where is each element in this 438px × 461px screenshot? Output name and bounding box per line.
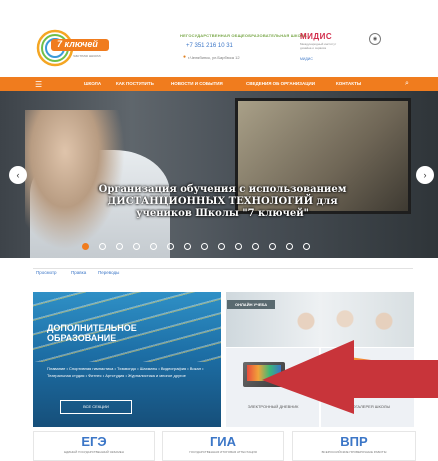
slider-dot[interactable]	[82, 243, 89, 250]
slider-dot[interactable]	[269, 243, 276, 250]
search-icon[interactable]: ⌕	[405, 80, 409, 88]
logo-subtitle: частная школа	[73, 53, 101, 58]
tabs-divider	[33, 268, 413, 269]
map-pin-icon: ●	[183, 54, 187, 60]
exam-card-gia[interactable]: ГИА ГОСУДАРСТВЕННАЯ ИТОГОВАЯ АТТЕСТАЦИЯ	[162, 431, 284, 461]
exam-title: ЕГЭ	[81, 434, 107, 449]
exam-subtitle: ЕДИНЫЙ ГОСУДАРСТВЕННЫЙ ЭКЗАМЕН	[64, 450, 124, 454]
exam-card-ege[interactable]: ЕГЭ ЕДИНЫЙ ГОСУДАРСТВЕННЫЙ ЭКЗАМЕН	[33, 431, 155, 461]
slider-prev-button[interactable]: ‹	[9, 166, 27, 184]
hamburger-menu-icon[interactable]: ☰	[35, 80, 42, 89]
nav-item-organization[interactable]: СВЕДЕНИЯ ОБ ОРГАНИЗАЦИИ	[246, 81, 315, 86]
exam-title: ВПР	[340, 434, 368, 449]
slider-dot[interactable]	[218, 243, 225, 250]
slide-caption: Организация обучения с использованием ДИ…	[98, 184, 347, 219]
exam-title: ГИА	[209, 434, 237, 449]
slide-student-face	[25, 110, 125, 250]
partner-description: Международный институт дизайна и сервиса	[300, 42, 337, 50]
partner-logo[interactable]: МИДИС	[300, 32, 332, 41]
exam-subtitle: ГОСУДАРСТВЕННАЯ ИТОГОВАЯ АТТЕСТАЦИЯ	[189, 450, 257, 454]
extra-education-description: Плавание • Спортивная гимнастика • Тхэкв…	[47, 366, 204, 378]
slider-dot[interactable]	[116, 243, 123, 250]
exam-card-vpr[interactable]: ВПР ВСЕРОССИЙСКИЕ ПРОВЕРОЧНЫЕ РАБОТЫ	[292, 431, 416, 461]
slider-dot[interactable]	[235, 243, 242, 250]
slider-dot[interactable]	[201, 243, 208, 250]
slider-dot[interactable]	[303, 243, 310, 250]
extra-education-title: ДОПОЛНИТЕЛЬНОЕ ОБРАЗОВАНИЕ	[47, 323, 137, 343]
slider-dot[interactable]	[150, 243, 157, 250]
nav-item-admission[interactable]: КАК ПОСТУПИТЬ	[116, 81, 154, 86]
slider-dot[interactable]	[133, 243, 140, 250]
red-arrow-pointer-icon	[262, 340, 438, 414]
partner-link[interactable]: МИДИС	[300, 57, 313, 61]
nav-item-contacts[interactable]: КОНТАКТЫ	[336, 81, 361, 86]
exam-subtitle: ВСЕРОССИЙСКИЕ ПРОВЕРОЧНЫЕ РАБОТЫ	[321, 450, 387, 454]
slider-dot[interactable]	[99, 243, 106, 250]
header-address: г.Челябинск, ул.Барбюса 12	[188, 55, 240, 60]
all-sections-button[interactable]: ВСЕ СЕКЦИИ	[60, 400, 132, 414]
slider-dot[interactable]	[286, 243, 293, 250]
tab-view[interactable]: Просмотр	[36, 270, 57, 275]
logo-text: 7 ключей	[57, 39, 98, 49]
tab-edit[interactable]: Правка	[71, 270, 86, 275]
tab-translations[interactable]: Переводы	[98, 270, 119, 275]
header-tagline: НЕГОСУДАРСТВЕННАЯ ОБЩЕОБРАЗОВАТЕЛЬНАЯ ШК…	[180, 33, 307, 38]
nav-item-school[interactable]: ШКОЛА	[84, 81, 101, 86]
slider-dot[interactable]	[184, 243, 191, 250]
school-logo[interactable]: 7 ключей частная школа	[33, 26, 113, 70]
slider-dot[interactable]	[252, 243, 259, 250]
online-study-label: ОНЛАЙН УЧЕБА	[227, 300, 276, 309]
header-phone[interactable]: +7 351 216 10 31	[186, 43, 233, 49]
nav-item-news[interactable]: НОВОСТИ И СОБЫТИЯ	[171, 81, 223, 86]
slider-dots	[82, 237, 320, 255]
slider-dot[interactable]	[167, 243, 174, 250]
slider-next-button[interactable]: ›	[416, 166, 434, 184]
accessibility-eye-icon[interactable]: ◉	[369, 33, 381, 45]
